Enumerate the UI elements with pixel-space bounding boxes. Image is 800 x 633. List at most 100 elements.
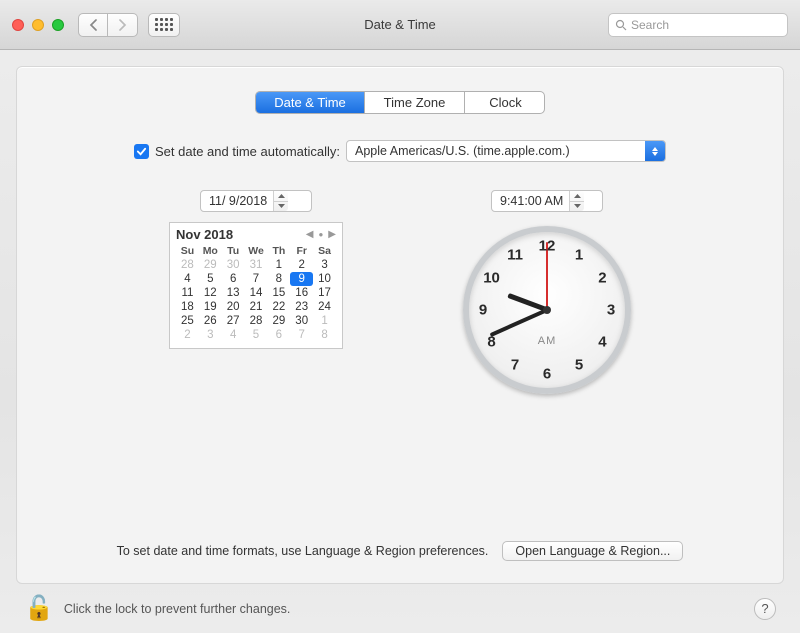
calendar-dow: Su bbox=[176, 244, 199, 258]
calendar-dow: Th bbox=[267, 244, 290, 258]
tab-selector: Date & Time Time Zone Clock bbox=[255, 91, 545, 114]
calendar-day[interactable]: 28 bbox=[176, 258, 199, 272]
search-icon bbox=[615, 19, 627, 31]
calendar-next-icon[interactable]: ▶ bbox=[328, 229, 336, 240]
lock-icon[interactable]: 🔓 bbox=[24, 594, 54, 623]
clock-number: 6 bbox=[543, 366, 551, 383]
clock-number: 4 bbox=[598, 334, 606, 351]
window-body: Date & Time Time Zone Clock Set date and… bbox=[0, 50, 800, 633]
clock-number: 7 bbox=[511, 357, 519, 374]
time-value: 9:41:00 AM bbox=[500, 194, 569, 208]
calendar-day[interactable]: 31 bbox=[245, 258, 268, 272]
auto-time-label: Set date and time automatically: bbox=[155, 144, 340, 159]
calendar-day[interactable]: 6 bbox=[222, 272, 245, 286]
calendar-prev-icon[interactable]: ◀ bbox=[306, 229, 314, 240]
calendar-day[interactable]: 26 bbox=[199, 314, 222, 328]
calendar-day[interactable]: 13 bbox=[222, 286, 245, 300]
date-value: 11/ 9/2018 bbox=[209, 194, 273, 208]
calendar-day[interactable]: 17 bbox=[313, 286, 336, 300]
calendar-day[interactable]: 24 bbox=[313, 300, 336, 314]
calendar-day[interactable]: 6 bbox=[267, 328, 290, 342]
date-stepper[interactable] bbox=[273, 191, 288, 211]
time-field[interactable]: 9:41:00 AM bbox=[491, 190, 603, 212]
forward-button[interactable] bbox=[108, 13, 138, 37]
help-button[interactable]: ? bbox=[754, 598, 776, 620]
zoom-button[interactable] bbox=[52, 19, 64, 31]
calendar-day[interactable]: 23 bbox=[290, 300, 313, 314]
time-step-up[interactable] bbox=[570, 191, 584, 201]
open-language-region-button[interactable]: Open Language & Region... bbox=[502, 541, 683, 561]
tab-clock[interactable]: Clock bbox=[464, 92, 545, 113]
date-step-up[interactable] bbox=[274, 191, 288, 201]
calendar-day[interactable]: 2 bbox=[176, 328, 199, 342]
calendar-day[interactable]: 21 bbox=[245, 300, 268, 314]
time-server-select[interactable]: Apple Americas/U.S. (time.apple.com.) bbox=[346, 140, 666, 162]
calendar[interactable]: Nov 2018 ◀ ● ▶ SuMoTuWeThFrSa 2829303112… bbox=[169, 222, 343, 349]
calendar-dow: Mo bbox=[199, 244, 222, 258]
time-column: 9:41:00 AM AM 121234567891011 bbox=[463, 190, 631, 394]
calendar-day[interactable]: 8 bbox=[267, 272, 290, 286]
calendar-day[interactable]: 4 bbox=[222, 328, 245, 342]
calendar-day[interactable]: 10 bbox=[313, 272, 336, 286]
calendar-month-label: Nov 2018 bbox=[176, 227, 306, 242]
calendar-day[interactable]: 20 bbox=[222, 300, 245, 314]
calendar-day[interactable]: 15 bbox=[267, 286, 290, 300]
dropdown-arrow-icon bbox=[645, 141, 665, 161]
date-column: 11/ 9/2018 Nov 2018 ◀ ● ▶ bbox=[169, 190, 343, 394]
calendar-day[interactable]: 3 bbox=[199, 328, 222, 342]
calendar-day[interactable]: 27 bbox=[222, 314, 245, 328]
clock-number: 5 bbox=[575, 357, 583, 374]
time-stepper[interactable] bbox=[569, 191, 584, 211]
calendar-day[interactable]: 7 bbox=[245, 272, 268, 286]
close-button[interactable] bbox=[12, 19, 24, 31]
calendar-day[interactable]: 8 bbox=[313, 328, 336, 342]
clock-number: 11 bbox=[507, 246, 523, 263]
tab-date-time[interactable]: Date & Time bbox=[256, 92, 364, 113]
calendar-day[interactable]: 22 bbox=[267, 300, 290, 314]
calendar-day[interactable]: 5 bbox=[199, 272, 222, 286]
calendar-day[interactable]: 1 bbox=[313, 314, 336, 328]
back-button[interactable] bbox=[78, 13, 108, 37]
calendar-day[interactable]: 12 bbox=[199, 286, 222, 300]
calendar-dow: Tu bbox=[222, 244, 245, 258]
date-step-down[interactable] bbox=[274, 201, 288, 212]
calendar-day[interactable]: 29 bbox=[199, 258, 222, 272]
calendar-day[interactable]: 14 bbox=[245, 286, 268, 300]
calendar-day[interactable]: 30 bbox=[290, 314, 313, 328]
calendar-day[interactable]: 19 bbox=[199, 300, 222, 314]
date-time-columns: 11/ 9/2018 Nov 2018 ◀ ● ▶ bbox=[57, 190, 743, 394]
calendar-dow: We bbox=[245, 244, 268, 258]
calendar-day[interactable]: 18 bbox=[176, 300, 199, 314]
show-all-button[interactable] bbox=[148, 13, 180, 37]
titlebar: Date & Time Search bbox=[0, 0, 800, 50]
calendar-day[interactable]: 9 bbox=[290, 272, 313, 286]
minimize-button[interactable] bbox=[32, 19, 44, 31]
calendar-day[interactable]: 16 bbox=[290, 286, 313, 300]
calendar-day[interactable]: 25 bbox=[176, 314, 199, 328]
calendar-today-icon[interactable]: ● bbox=[318, 230, 323, 239]
search-field[interactable]: Search bbox=[608, 13, 788, 37]
calendar-day[interactable]: 29 bbox=[267, 314, 290, 328]
calendar-day[interactable]: 5 bbox=[245, 328, 268, 342]
lock-text: Click the lock to prevent further change… bbox=[64, 602, 291, 616]
tab-time-zone[interactable]: Time Zone bbox=[364, 92, 464, 113]
calendar-day[interactable]: 28 bbox=[245, 314, 268, 328]
preferences-panel: Date & Time Time Zone Clock Set date and… bbox=[16, 66, 784, 584]
date-field[interactable]: 11/ 9/2018 bbox=[200, 190, 312, 212]
calendar-day[interactable]: 3 bbox=[313, 258, 336, 272]
calendar-day[interactable]: 7 bbox=[290, 328, 313, 342]
time-step-down[interactable] bbox=[570, 201, 584, 212]
calendar-day[interactable]: 2 bbox=[290, 258, 313, 272]
format-hint: To set date and time formats, use Langua… bbox=[117, 544, 489, 558]
calendar-dow: Sa bbox=[313, 244, 336, 258]
calendar-day[interactable]: 1 bbox=[267, 258, 290, 272]
auto-time-checkbox[interactable] bbox=[134, 144, 149, 159]
clock-number: 2 bbox=[598, 270, 606, 287]
calendar-day[interactable]: 4 bbox=[176, 272, 199, 286]
calendar-day[interactable]: 11 bbox=[176, 286, 199, 300]
search-placeholder: Search bbox=[631, 18, 669, 32]
clock-number: 10 bbox=[483, 270, 500, 287]
clock-number: 8 bbox=[487, 334, 495, 351]
auto-time-row: Set date and time automatically: Apple A… bbox=[57, 140, 743, 162]
calendar-day[interactable]: 30 bbox=[222, 258, 245, 272]
